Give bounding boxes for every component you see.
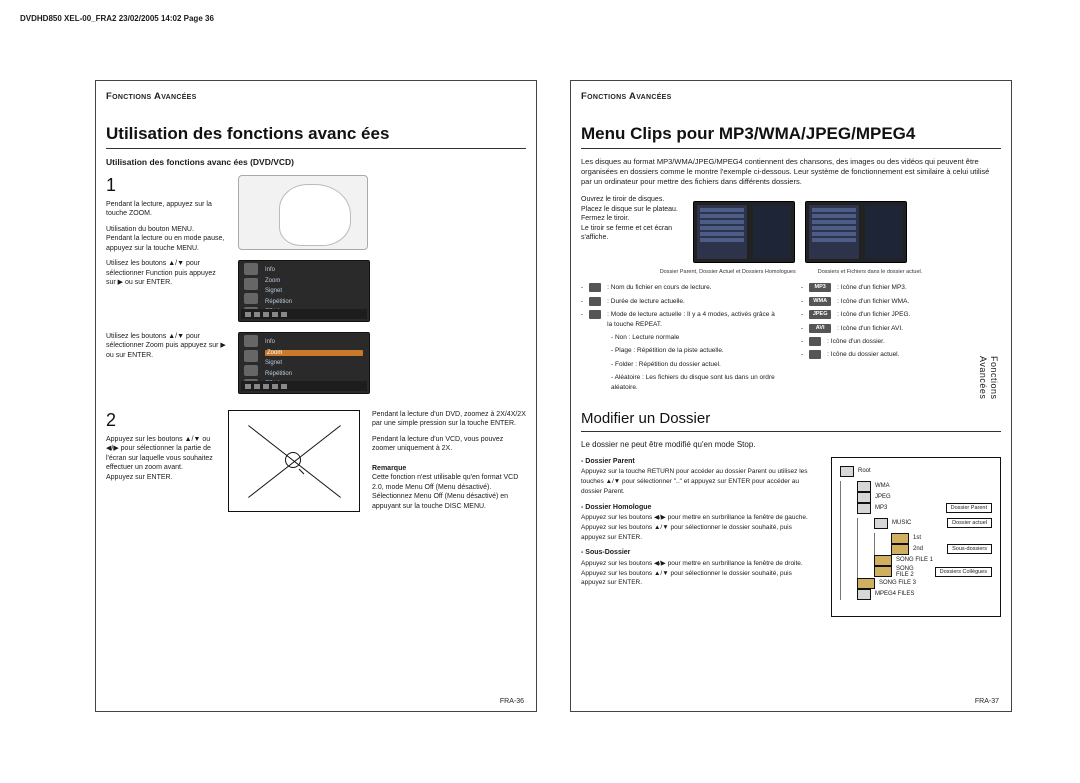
step-number-2: 2 — [106, 410, 216, 431]
folder-bullets: - Dossier ParentAppuyez sur la touche RE… — [581, 457, 817, 617]
remark-2: Sélectionnez Menu Off (Menu désactivé) e… — [372, 492, 526, 511]
s1-text-4: Utilisez les boutons ▲/▼ pour sélectionn… — [106, 259, 226, 287]
menu-screenshot-1: Info Zoom Signet Répétition EZ View — [238, 260, 370, 322]
zoom-note-1: Pendant la lecture d'un DVD, zoomez à 2X… — [372, 410, 526, 429]
mp3-icon — [809, 283, 831, 292]
s2-text-2: Appuyez sur ENTER. — [106, 473, 216, 482]
jpeg-icon — [809, 310, 831, 319]
playmode-icon — [589, 310, 601, 319]
page-number-right: FRA-37 — [975, 698, 999, 705]
remark-heading: Remarque — [372, 464, 526, 473]
icon-legend: -: Nom du fichier en cours de lecture. -… — [581, 283, 1001, 396]
duration-icon — [589, 297, 601, 306]
avi-icon — [809, 324, 831, 333]
magnifier-icon — [285, 452, 301, 468]
page-right: Fonctions Avancées Fonctions Avancées Me… — [570, 80, 1012, 712]
step-l4: Le tiroir se ferme et cet écran s'affich… — [581, 224, 681, 243]
zoom-diagram — [228, 410, 360, 512]
print-slug: DVDHD850 XEL-00_FRA2 23/02/2005 14:02 Pa… — [20, 14, 214, 23]
step-l2: Placez le disque sur le plateau. — [581, 205, 681, 214]
section-header-right: Fonctions Avancées — [581, 91, 672, 104]
remote-illustration — [238, 175, 368, 250]
s1-text-3: Pendant la lecture ou en mode pause, app… — [106, 234, 226, 253]
right-title: Menu Clips pour MP3/WMA/JPEG/MPEG4 — [581, 124, 1001, 144]
s2-text-1: Appuyez sur les boutons ▲/▼ ou ◀/▶ pour … — [106, 435, 216, 473]
wma-icon — [809, 297, 831, 306]
s1-text-5: Utilisez les boutons ▲/▼ pour sélectionn… — [106, 332, 226, 360]
caption-left: Dossier Parent, Dossier Actuel et Dossie… — [660, 269, 796, 275]
clip-screenshots — [693, 201, 907, 263]
step-l1: Ouvrez le tiroir de disques. — [581, 195, 681, 204]
s1-text-2: Utilisation du bouton MENU. — [106, 225, 226, 234]
page-left: Fonctions Avancées Utilisation des fonct… — [95, 80, 537, 712]
current-folder-icon — [809, 350, 821, 359]
remark-1: Cette fonction n'est utilisable qu'en fo… — [372, 473, 526, 492]
left-subtitle: Utilisation des fonctions avanc ées (DVD… — [106, 157, 526, 167]
step-number-1: 1 — [106, 175, 226, 196]
menu-screenshot-2: Info Zoom Signet Répétition EZ View — [238, 332, 370, 394]
page-number-left: FRA-36 — [500, 698, 524, 705]
modify-sub: Le dossier ne peut être modifié qu'en mo… — [581, 440, 1001, 451]
zoom-note-2: Pendant la lecture d'un VCD, vous pouvez… — [372, 435, 526, 454]
right-intro: Les disques au format MP3/WMA/JPEG/MPEG4… — [581, 157, 1001, 187]
caption-right: Dossiers et Fichiers dans le dossier act… — [818, 269, 923, 275]
folder-icon — [809, 337, 821, 346]
s1-text-1: Pendant la lecture, appuyez sur la touch… — [106, 200, 226, 219]
now-playing-icon — [589, 283, 601, 292]
section-header-left: Fonctions Avancées — [106, 91, 197, 104]
folder-tree: Root WMA JPEG MP3 Dossier Parent MUSIC D… — [831, 457, 1001, 617]
step-l3: Fermez le tiroir. — [581, 214, 681, 223]
h2-modify-folder: Modifier un Dossier — [581, 410, 1001, 427]
left-title: Utilisation des fonctions avanc ées — [106, 124, 526, 144]
